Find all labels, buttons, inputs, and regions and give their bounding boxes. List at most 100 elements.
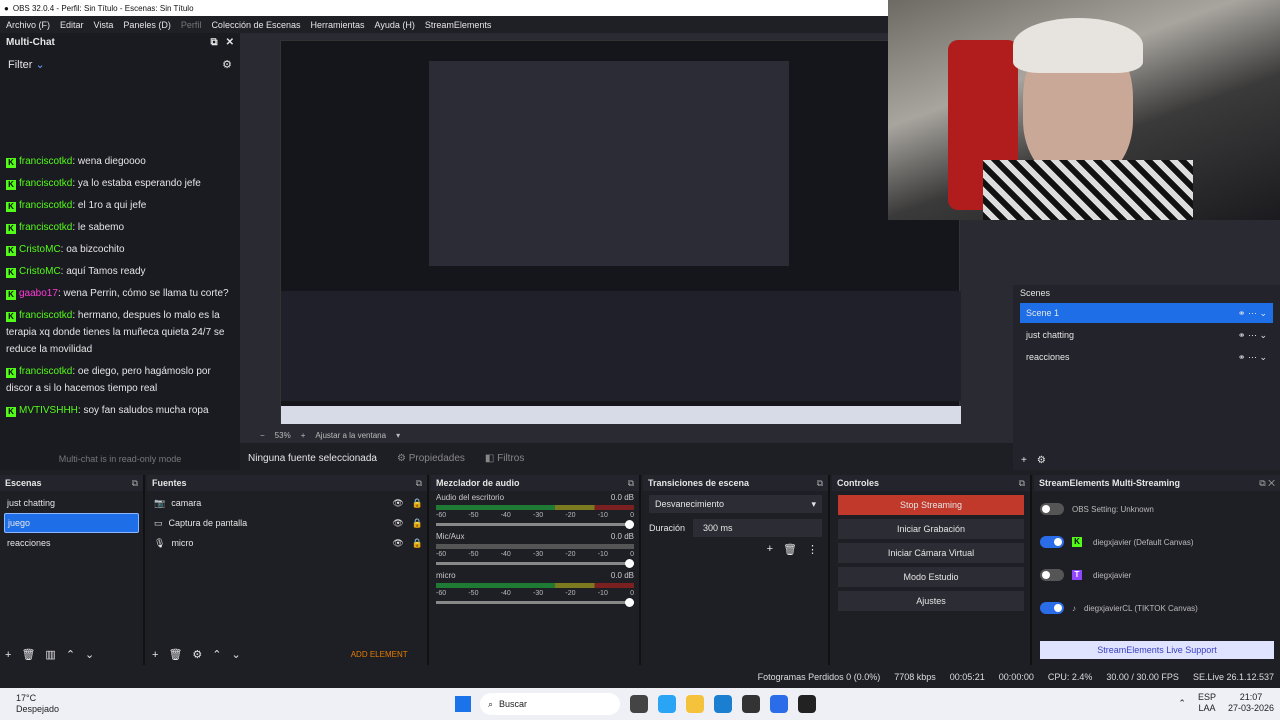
windows-start-icon[interactable] <box>455 696 471 712</box>
float-icon[interactable]: ⧉ <box>210 37 217 48</box>
source-camara[interactable]: 📷 camara 👁 🔒 <box>151 493 423 513</box>
float-icon[interactable]: ⧉ <box>132 478 138 489</box>
source-captura[interactable]: ▭ Captura de pantalla 👁 🔒 <box>151 513 423 533</box>
filter-icon[interactable]: ▥ <box>45 648 55 661</box>
folder-icon[interactable] <box>686 695 704 713</box>
menu-archivo[interactable]: Archivo (F) <box>6 20 50 30</box>
menu-streamelements[interactable]: StreamElements <box>425 20 492 30</box>
lock-icon[interactable]: 🔒 <box>412 538 423 549</box>
up-icon[interactable]: ⌃ <box>212 648 221 661</box>
output-toggle[interactable] <box>1040 569 1064 581</box>
float-icon[interactable]: ⧉ <box>817 478 823 489</box>
menu-coleccion[interactable]: Colección de Escenas <box>211 20 300 30</box>
sources-dock: Fuentes ⧉ 📷 camara 👁 🔒 ▭ Captura de pantalla 👁… <box>147 475 429 665</box>
chevron-down-icon[interactable]: ▾ <box>396 431 400 440</box>
menu-paneles[interactable]: Paneles (D) <box>123 20 171 30</box>
chat-message: K MVTIVSHHH: soy fan saludos mucha ropa <box>6 402 234 419</box>
source-toolbar: Ninguna fuente seleccionada ⚙ Propiedade… <box>240 446 1010 470</box>
link-icon[interactable]: ⚭ ⋯ ⌄ <box>1238 330 1267 341</box>
edge-icon[interactable] <box>714 695 732 713</box>
down-icon[interactable]: ⌄ <box>85 648 94 661</box>
kick-icon: K <box>1072 537 1082 547</box>
chat-message: Kfranciscotkd: ya lo estaba esperando je… <box>6 175 234 192</box>
down-icon[interactable]: ⌄ <box>232 648 241 661</box>
volume-slider[interactable] <box>436 598 634 607</box>
float-icon[interactable]: ⧉ <box>1019 478 1025 489</box>
start-recording-button[interactable]: Iniciar Grabación <box>838 519 1024 539</box>
add-element-button[interactable]: ADD ELEMENT <box>351 650 408 659</box>
add-icon[interactable]: + <box>1021 455 1027 466</box>
taskbar-search[interactable]: ⌕ Buscar <box>480 693 620 715</box>
scene-reacciones[interactable]: reacciones <box>4 533 139 553</box>
output-toggle[interactable] <box>1040 503 1064 515</box>
lock-icon[interactable]: 🔒 <box>412 498 423 509</box>
se-version: SE.Live 26.1.12.537 <box>1192 672 1274 682</box>
trash-icon[interactable]: 🗑 <box>21 648 35 661</box>
duration-input[interactable]: 300 ms <box>693 519 822 537</box>
lock-icon[interactable]: 🔒 <box>412 518 423 529</box>
scene-item-reacciones[interactable]: reacciones ⚭ ⋯ ⌄ <box>1020 347 1273 367</box>
store-icon[interactable] <box>742 695 760 713</box>
system-tray: ⌃ ESP LAA 21:07 27-03-2026 <box>1178 692 1274 714</box>
cpu-usage: CPU: 2.4% <box>1047 672 1093 682</box>
live-time: 00:05:21 <box>949 672 985 682</box>
add-icon[interactable]: + <box>152 649 158 661</box>
volume-slider[interactable] <box>436 520 634 529</box>
chevron-up-icon[interactable]: ⌃ <box>1178 698 1186 709</box>
fit-window-select[interactable]: Ajustar a la ventana <box>315 431 386 440</box>
studio-mode-button[interactable]: Modo Estudio <box>838 567 1024 587</box>
output-toggle[interactable] <box>1040 536 1064 548</box>
app-icon[interactable] <box>770 695 788 713</box>
clock[interactable]: 21:07 27-03-2026 <box>1228 692 1274 714</box>
settings-button[interactable]: Ajustes <box>838 591 1024 611</box>
copilot-icon[interactable] <box>658 695 676 713</box>
monitor-icon: ▭ <box>154 517 163 528</box>
se-support-button[interactable]: StreamElements Live Support <box>1040 641 1274 659</box>
obs-icon[interactable] <box>798 695 816 713</box>
menu-vista[interactable]: Vista <box>94 20 114 30</box>
add-icon[interactable]: + <box>767 543 773 556</box>
close-icon[interactable]: ⧉ ✕ <box>1259 478 1275 489</box>
gear-icon[interactable]: ⚙ <box>1037 455 1046 466</box>
close-icon[interactable]: ✕ <box>226 37 234 48</box>
chevron-down-icon: ⌄ <box>35 58 45 71</box>
virtual-camera-button[interactable]: Iniciar Cámara Virtual <box>838 543 1024 563</box>
taskview-icon[interactable] <box>630 695 648 713</box>
chat-message: Kfranciscotkd: hermano, despues lo malo … <box>6 310 225 355</box>
up-icon[interactable]: ⌃ <box>66 648 75 661</box>
eye-icon[interactable]: 👁 <box>392 498 403 509</box>
filters-button[interactable]: ◧ Filtros <box>485 453 524 464</box>
scene-item-scene-1[interactable]: Scene 1 ⚭ ⋯ ⌄ <box>1020 303 1273 323</box>
zoom-out-icon[interactable]: − <box>260 431 265 440</box>
menu-herramientas[interactable]: Herramientas <box>311 20 365 30</box>
menu-perfil[interactable]: Perfil <box>181 20 202 30</box>
chat-filter[interactable]: Filter ⌄ ⚙ <box>0 51 240 77</box>
output-toggle[interactable] <box>1040 602 1064 614</box>
float-icon[interactable]: ⧉ <box>416 478 422 489</box>
menu-editar[interactable]: Editar <box>60 20 84 30</box>
gear-icon[interactable]: ⚙ <box>192 648 202 661</box>
language-indicator[interactable]: ESP LAA <box>1198 692 1216 714</box>
link-icon[interactable]: ⚭ ⋯ ⌄ <box>1238 308 1267 319</box>
zoom-in-icon[interactable]: + <box>301 431 306 440</box>
stop-streaming-button[interactable]: Stop Streaming <box>838 495 1024 515</box>
trash-icon[interactable]: 🗑 <box>168 648 182 661</box>
link-icon[interactable]: ⚭ ⋯ ⌄ <box>1238 352 1267 363</box>
more-icon[interactable]: ⋮ <box>807 543 818 556</box>
scene-juego[interactable]: juego <box>4 513 139 533</box>
source-micro[interactable]: 🎙 micro 👁 🔒 <box>151 533 423 553</box>
transition-select[interactable]: Desvanecimiento ▾ <box>649 495 822 513</box>
volume-slider[interactable] <box>436 559 634 568</box>
scene-just-chatting[interactable]: just chatting <box>4 493 139 513</box>
gear-icon[interactable]: ⚙ <box>222 58 232 71</box>
properties-button[interactable]: ⚙ Propiedades <box>397 453 465 464</box>
float-icon[interactable]: ⧉ <box>628 478 634 489</box>
duration-label: Duración <box>649 523 686 533</box>
eye-icon[interactable]: 👁 <box>392 518 403 529</box>
eye-icon[interactable]: 👁 <box>392 538 403 549</box>
scene-item-just-chatting[interactable]: just chatting ⚭ ⋯ ⌄ <box>1020 325 1273 345</box>
trash-icon[interactable]: 🗑 <box>783 543 797 556</box>
add-icon[interactable]: + <box>5 649 11 661</box>
weather-widget[interactable]: 17°C Despejado <box>16 693 59 715</box>
menu-ayuda[interactable]: Ayuda (H) <box>375 20 415 30</box>
